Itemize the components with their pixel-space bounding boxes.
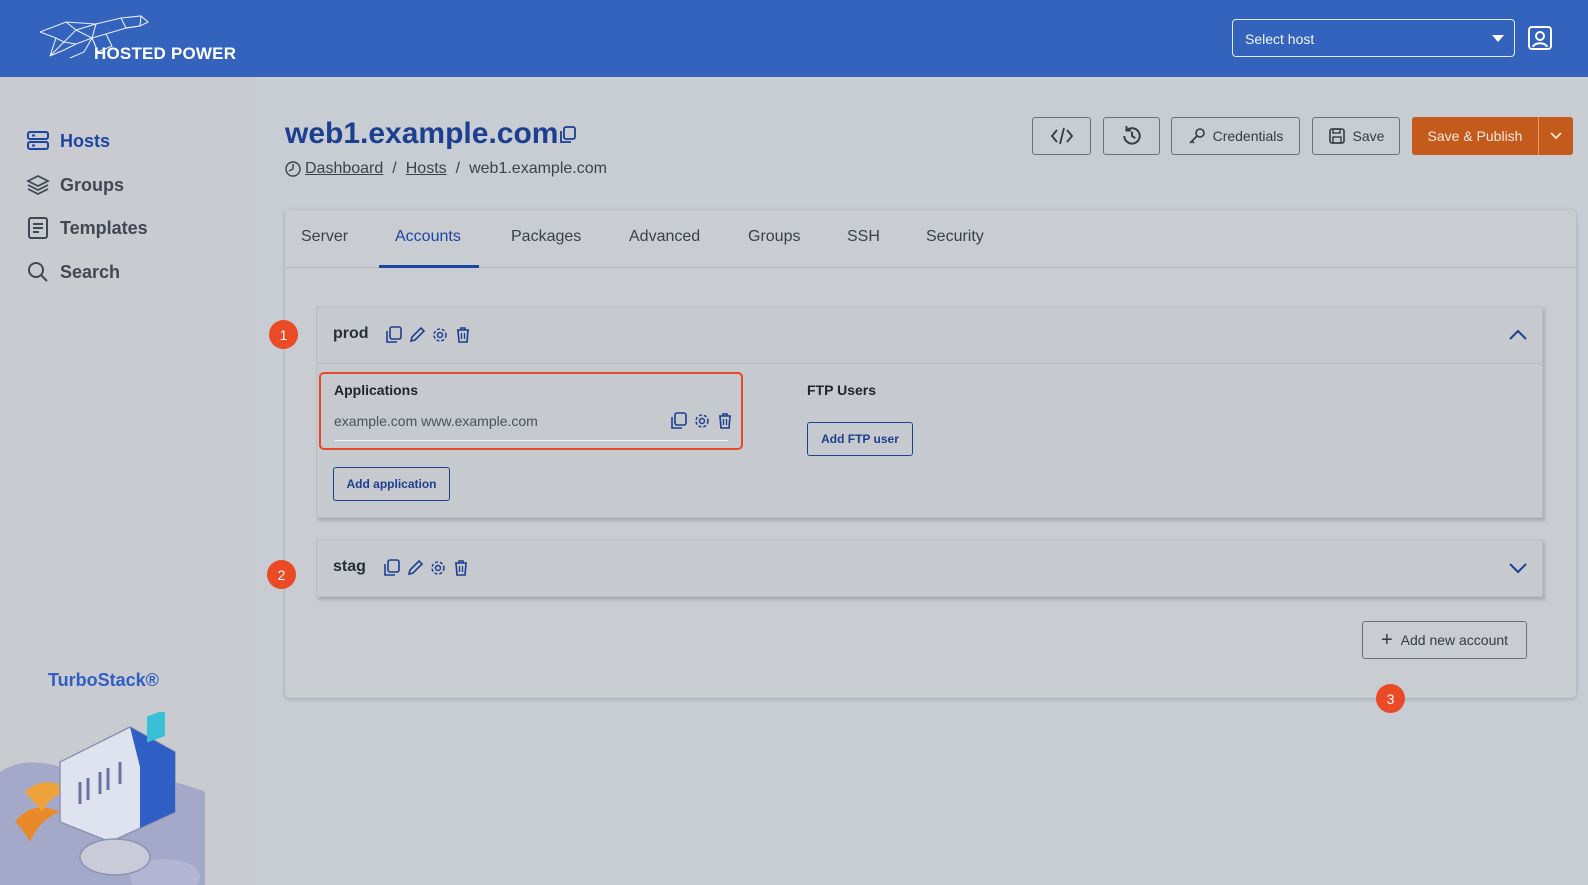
trash-icon[interactable] xyxy=(454,326,472,344)
breadcrumb-hosts[interactable]: Hosts xyxy=(406,160,447,178)
account-panel-stag: stag xyxy=(316,539,1543,597)
user-icon[interactable] xyxy=(1527,25,1553,51)
publish-options-toggle[interactable] xyxy=(1538,117,1573,155)
tab-bar: Server Accounts Packages Advanced Groups… xyxy=(285,210,1576,268)
top-bar: HOSTED POWER Select host xyxy=(0,0,1588,77)
applications-title: Applications xyxy=(334,382,419,398)
sidebar-item-label: Hosts xyxy=(60,130,111,151)
code-icon xyxy=(1050,127,1073,145)
breadcrumb-current: web1.example.com xyxy=(469,160,607,177)
tab-groups[interactable]: Groups xyxy=(748,228,800,246)
tab-server[interactable]: Server xyxy=(301,228,348,246)
host-select[interactable]: Select host xyxy=(1232,19,1515,57)
breadcrumb: Dashboard / Hosts / web1.example.com xyxy=(285,160,607,178)
copy-icon[interactable] xyxy=(383,559,401,577)
step-badge: 3 xyxy=(1376,684,1405,713)
plus-icon: + xyxy=(1380,628,1393,651)
account-divider xyxy=(317,363,1544,364)
credentials-button[interactable]: Credentials xyxy=(1171,117,1300,155)
copy-icon[interactable] xyxy=(385,326,403,344)
save-label: Save xyxy=(1352,128,1385,144)
step-badge: 2 xyxy=(267,560,296,589)
sidebar-item-label: Search xyxy=(60,261,121,282)
search-icon xyxy=(28,262,48,282)
save-publish-button[interactable]: Save & Publish xyxy=(1412,117,1573,155)
save-button[interactable]: Save xyxy=(1312,117,1400,155)
layers-icon xyxy=(26,174,50,196)
chevron-down-icon[interactable] xyxy=(1508,560,1528,576)
add-application-button[interactable]: Add application xyxy=(333,467,450,501)
account-header[interactable]: stag xyxy=(317,540,1544,596)
code-view-button[interactable] xyxy=(1032,117,1091,155)
gear-icon[interactable] xyxy=(429,559,447,577)
pencil-icon[interactable] xyxy=(408,326,426,344)
history-button[interactable] xyxy=(1103,117,1160,155)
sidebar-item-label: Groups xyxy=(60,174,125,195)
tab-accounts[interactable]: Accounts xyxy=(395,228,461,246)
save-publish-label: Save & Publish xyxy=(1427,128,1523,144)
key-icon xyxy=(1189,128,1205,144)
tab-ssh[interactable]: SSH xyxy=(847,228,880,246)
breadcrumb-dashboard[interactable]: Dashboard xyxy=(305,160,383,178)
add-new-account-button[interactable]: + Add new account xyxy=(1362,621,1527,659)
sidebar-item-search[interactable]: Search xyxy=(26,259,120,285)
history-icon xyxy=(1122,126,1141,145)
account-panel-prod: prod Applications example.com www.exampl… xyxy=(316,306,1544,518)
gear-icon[interactable] xyxy=(693,412,711,430)
rocket-mascot-icon xyxy=(0,712,205,885)
account-name: prod xyxy=(333,325,369,342)
pencil-icon[interactable] xyxy=(406,559,424,577)
application-actions xyxy=(670,412,739,430)
account-name: stag xyxy=(333,558,366,575)
trash-icon[interactable] xyxy=(716,412,734,430)
application-domains[interactable]: example.com www.example.com xyxy=(334,413,538,429)
breadcrumb-separator: / xyxy=(455,160,461,177)
gear-icon[interactable] xyxy=(431,326,449,344)
tab-advanced[interactable]: Advanced xyxy=(629,228,700,246)
step-badge: 1 xyxy=(269,320,298,349)
account-header[interactable]: prod xyxy=(317,307,1544,363)
sidebar-item-templates[interactable]: Templates xyxy=(26,215,148,241)
trash-icon[interactable] xyxy=(452,559,470,577)
chevron-down-icon xyxy=(1550,132,1562,140)
add-ftp-user-button[interactable]: Add FTP user xyxy=(807,422,913,456)
copy-icon[interactable] xyxy=(670,412,688,430)
sidebar-item-groups[interactable]: Groups xyxy=(26,172,124,198)
active-tab-indicator xyxy=(379,265,479,268)
document-icon xyxy=(28,217,48,239)
dashboard-icon xyxy=(285,161,301,177)
add-new-account-label: Add new account xyxy=(1400,632,1509,648)
host-editor-card: Server Accounts Packages Advanced Groups… xyxy=(285,210,1576,698)
ftp-users-title: FTP Users xyxy=(807,382,876,398)
account-actions xyxy=(385,326,477,344)
sidebar-item-label: Templates xyxy=(60,217,148,238)
application-divider xyxy=(334,440,728,441)
account-actions xyxy=(383,559,475,577)
credentials-label: Credentials xyxy=(1212,128,1284,144)
product-name: TurboStack® xyxy=(48,670,159,690)
copy-icon[interactable] xyxy=(559,126,577,144)
brand-logo[interactable]: HOSTED POWER xyxy=(36,12,246,68)
applications-section: Applications example.com www.example.com xyxy=(319,372,743,450)
brand-name: HOSTED POWER xyxy=(94,44,237,63)
tab-security[interactable]: Security xyxy=(926,228,984,246)
chevron-up-icon[interactable] xyxy=(1508,327,1528,343)
floppy-disk-icon xyxy=(1328,128,1345,144)
caret-down-icon xyxy=(1492,35,1504,42)
page-title: web1.example.com xyxy=(285,117,559,150)
breadcrumb-separator: / xyxy=(392,160,397,177)
sidebar-item-hosts[interactable]: Hosts xyxy=(26,128,110,154)
server-icon xyxy=(27,131,49,150)
sidebar: Hosts Groups Templates Search TurboStack… xyxy=(0,77,255,885)
host-select-placeholder: Select host xyxy=(1245,31,1315,47)
tab-packages[interactable]: Packages xyxy=(511,228,581,246)
